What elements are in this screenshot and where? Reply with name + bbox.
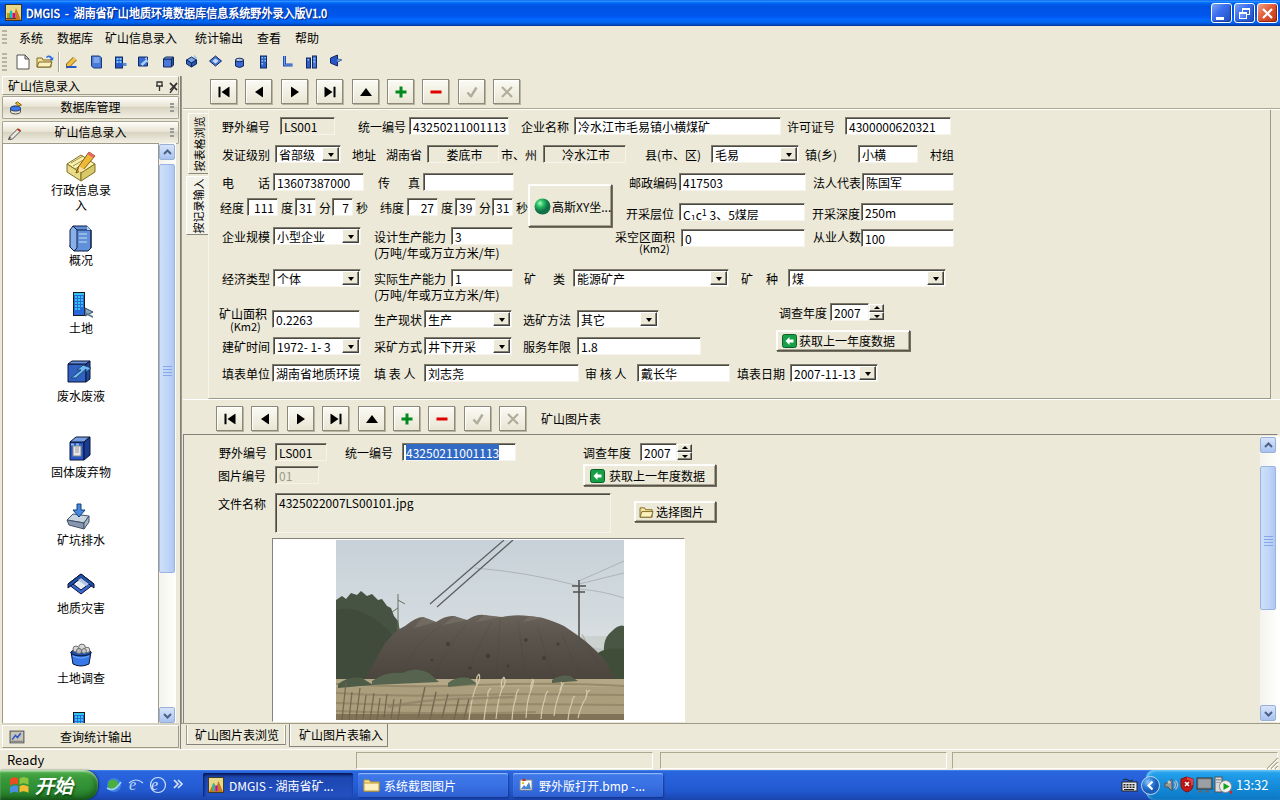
svg-text:e: e [129,776,136,793]
